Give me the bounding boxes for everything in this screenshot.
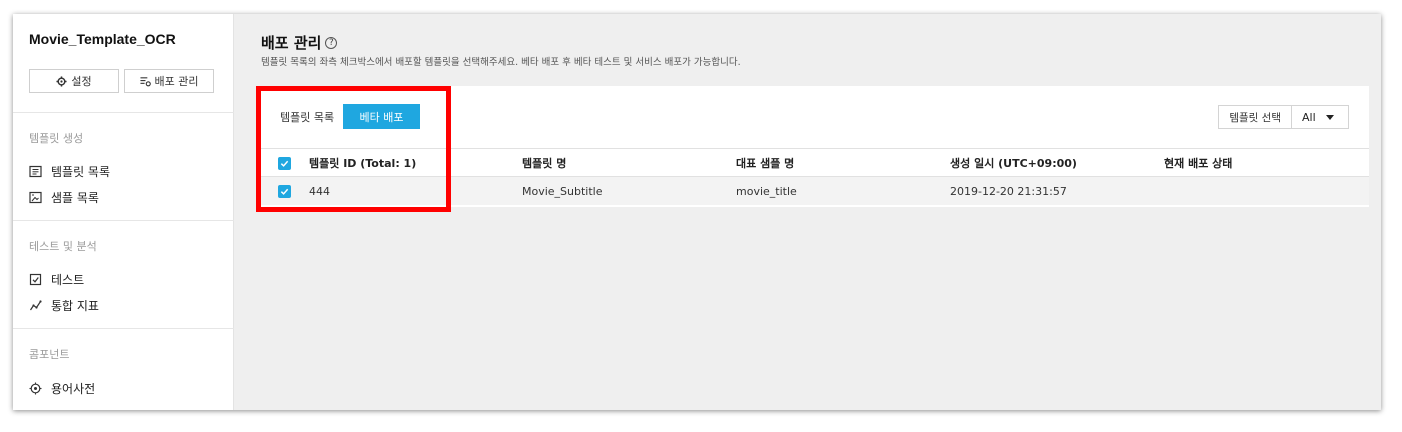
panel-label: 템플릿 목록 [280, 111, 335, 124]
select-all-checkbox[interactable] [278, 156, 291, 170]
sidebar: Movie_Template_OCR 설정 배포 관리 템플릿 생성 템플릿 목… [13, 14, 234, 410]
column-header-name[interactable]: 템플릿 명 [522, 149, 566, 176]
filter-label: 템플릿 선택 [1219, 106, 1292, 128]
app-window: Movie_Template_OCR 설정 배포 관리 템플릿 생성 템플릿 목… [13, 14, 1381, 410]
sidebar-item-sample-list[interactable]: 샘플 목록 [29, 189, 99, 206]
gear-icon [56, 75, 67, 87]
column-header-id[interactable]: 템플릿 ID (Total: 1) [309, 149, 416, 176]
settings-label: 설정 [71, 75, 92, 88]
table-row[interactable]: 444 Movie_Subtitle movie_title 2019-12-2… [256, 177, 1369, 205]
sidebar-item-label: 통합 지표 [51, 299, 99, 313]
sidebar-item-label: 테스트 [51, 273, 85, 287]
help-icon[interactable]: ? [325, 36, 338, 49]
deploy-list-icon [139, 76, 151, 86]
main-content: 배포 관리 ? 템플릿 목록의 좌측 체크박스에서 배포할 템플릿을 선택해주세… [234, 14, 1381, 410]
sidebar-item-label: 샘플 목록 [51, 191, 99, 205]
deploy-manage-button[interactable]: 배포 관리 [124, 69, 214, 93]
filter-value: All [1302, 110, 1316, 124]
cell-id: 444 [309, 184, 330, 198]
section-title-template-create: 템플릿 생성 [29, 132, 84, 145]
divider [13, 112, 234, 113]
page-title-text: 배포 관리 [261, 34, 322, 52]
section-title-test-analysis: 테스트 및 분석 [29, 240, 97, 253]
section-title-components: 콤포넌트 [29, 348, 70, 361]
table-header: 템플릿 ID (Total: 1) 템플릿 명 대표 샘플 명 생성 일시 (U… [256, 148, 1369, 177]
chart-line-icon [30, 300, 42, 311]
sidebar-item-template-list[interactable]: 템플릿 목록 [29, 163, 110, 180]
template-filter[interactable]: 템플릿 선택 All [1218, 105, 1349, 129]
list-icon [29, 165, 42, 178]
filter-select[interactable]: All [1292, 106, 1348, 128]
column-header-sample[interactable]: 대표 샘플 명 [736, 149, 794, 176]
column-header-status[interactable]: 현재 배포 상태 [1164, 149, 1232, 176]
divider [13, 220, 234, 221]
image-icon [29, 191, 42, 204]
page-description: 템플릿 목록의 좌측 체크박스에서 배포할 템플릿을 선택해주세요. 베타 배포… [261, 57, 741, 68]
beta-deploy-button[interactable]: 베타 배포 [343, 104, 420, 129]
settings-button[interactable]: 설정 [29, 69, 119, 93]
page-title: 배포 관리 ? [261, 32, 338, 53]
template-panel: 템플릿 목록 베타 배포 템플릿 선택 All 템플릿 ID (Total: 1… [256, 86, 1369, 207]
check-icon [280, 160, 289, 167]
sidebar-item-label: 템플릿 목록 [51, 165, 111, 179]
cell-created: 2019-12-20 21:31:57 [950, 184, 1067, 198]
target-icon [29, 382, 42, 395]
cell-name: Movie_Subtitle [522, 184, 603, 198]
cell-sample: movie_title [736, 184, 797, 198]
sidebar-item-label: 용어사전 [51, 382, 96, 396]
check-icon [280, 188, 289, 195]
divider [13, 328, 234, 329]
row-checkbox[interactable] [278, 185, 291, 198]
check-doc-icon [29, 273, 42, 286]
sidebar-item-glossary[interactable]: 용어사전 [29, 380, 95, 397]
sidebar-item-metrics[interactable]: 통합 지표 [29, 297, 99, 314]
deploy-manage-label: 배포 관리 [154, 75, 199, 88]
sidebar-item-test[interactable]: 테스트 [29, 271, 84, 288]
app-title: Movie_Template_OCR [29, 31, 176, 47]
chevron-down-icon [1325, 114, 1334, 120]
column-header-created[interactable]: 생성 일시 (UTC+09:00) [950, 149, 1077, 176]
